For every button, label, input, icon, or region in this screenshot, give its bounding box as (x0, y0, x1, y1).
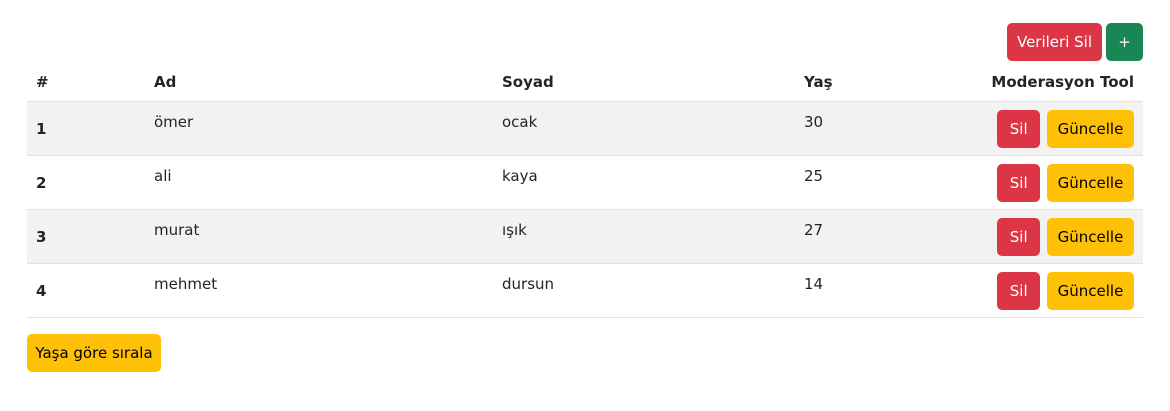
row-yas: 30 (795, 101, 955, 156)
row-delete-button[interactable]: Sil (997, 217, 1041, 256)
users-table: # Ad Soyad Yaş Moderasyon Tool 1 ömer oc… (27, 62, 1143, 318)
row-ad: ömer (145, 101, 493, 156)
row-index: 1 (27, 101, 145, 156)
toolbar-actions: Verileri Sil + (1007, 23, 1143, 61)
row-soyad-text: kaya (502, 166, 538, 185)
row-yas: 27 (795, 209, 955, 264)
row-actions: Sil Güncelle (955, 263, 1143, 318)
row-yas-text: 25 (804, 166, 824, 185)
row-actions: Sil Güncelle (955, 209, 1143, 264)
row-yas-text: 30 (804, 112, 824, 131)
table-body: 1 ömer ocak 30 Sil Güncelle 2 ali kaya 2… (27, 101, 1143, 318)
row-soyad: ocak (493, 101, 795, 156)
table-row: 4 mehmet dursun 14 Sil Güncelle (27, 263, 1143, 318)
main-container: Verileri Sil + # Ad Soyad Yaş Moderasyon… (27, 0, 1143, 372)
row-soyad-text: ocak (502, 112, 538, 131)
row-ad-text: ömer (154, 112, 194, 131)
row-index: 3 (27, 209, 145, 264)
row-actions: Sil Güncelle (955, 155, 1143, 210)
row-delete-button[interactable]: Sil (997, 109, 1041, 148)
table-header: # Ad Soyad Yaş Moderasyon Tool (27, 62, 1143, 102)
header-yas: Yaş (795, 62, 955, 102)
row-yas: 25 (795, 155, 955, 210)
table-row: 3 murat ışık 27 Sil Güncelle (27, 209, 1143, 264)
table-row: 1 ömer ocak 30 Sil Güncelle (27, 101, 1143, 156)
row-ad-text: mehmet (154, 274, 218, 293)
table-row: 2 ali kaya 25 Sil Güncelle (27, 155, 1143, 210)
row-ad: ali (145, 155, 493, 210)
row-ad-text: murat (154, 220, 200, 239)
header-soyad: Soyad (493, 62, 795, 102)
row-delete-button[interactable]: Sil (997, 163, 1041, 202)
header-ad: Ad (145, 62, 493, 102)
footer: Yaşa göre sırala (27, 334, 1143, 372)
row-ad: murat (145, 209, 493, 264)
row-update-button[interactable]: Güncelle (1047, 163, 1134, 202)
row-soyad: dursun (493, 263, 795, 318)
row-update-button[interactable]: Güncelle (1047, 271, 1134, 310)
row-index: 2 (27, 155, 145, 210)
row-update-button[interactable]: Güncelle (1047, 109, 1134, 148)
row-yas: 14 (795, 263, 955, 318)
header-index: # (27, 62, 145, 102)
header-moderation: Moderasyon Tool (955, 62, 1143, 102)
row-index: 4 (27, 263, 145, 318)
row-delete-button[interactable]: Sil (997, 271, 1041, 310)
row-ad-text: ali (154, 166, 172, 185)
table-header-row: # Ad Soyad Yaş Moderasyon Tool (27, 62, 1143, 102)
row-soyad: ışık (493, 209, 795, 264)
add-button[interactable]: + (1106, 23, 1143, 61)
sort-by-age-button[interactable]: Yaşa göre sırala (27, 334, 161, 372)
toolbar: Verileri Sil + (27, 0, 1143, 62)
row-soyad: kaya (493, 155, 795, 210)
row-ad: mehmet (145, 263, 493, 318)
row-actions: Sil Güncelle (955, 101, 1143, 156)
delete-all-button[interactable]: Verileri Sil (1007, 23, 1102, 61)
row-update-button[interactable]: Güncelle (1047, 217, 1134, 256)
row-soyad-text: ışık (502, 220, 527, 239)
row-soyad-text: dursun (502, 274, 555, 293)
row-yas-text: 14 (804, 274, 824, 293)
row-yas-text: 27 (804, 220, 824, 239)
